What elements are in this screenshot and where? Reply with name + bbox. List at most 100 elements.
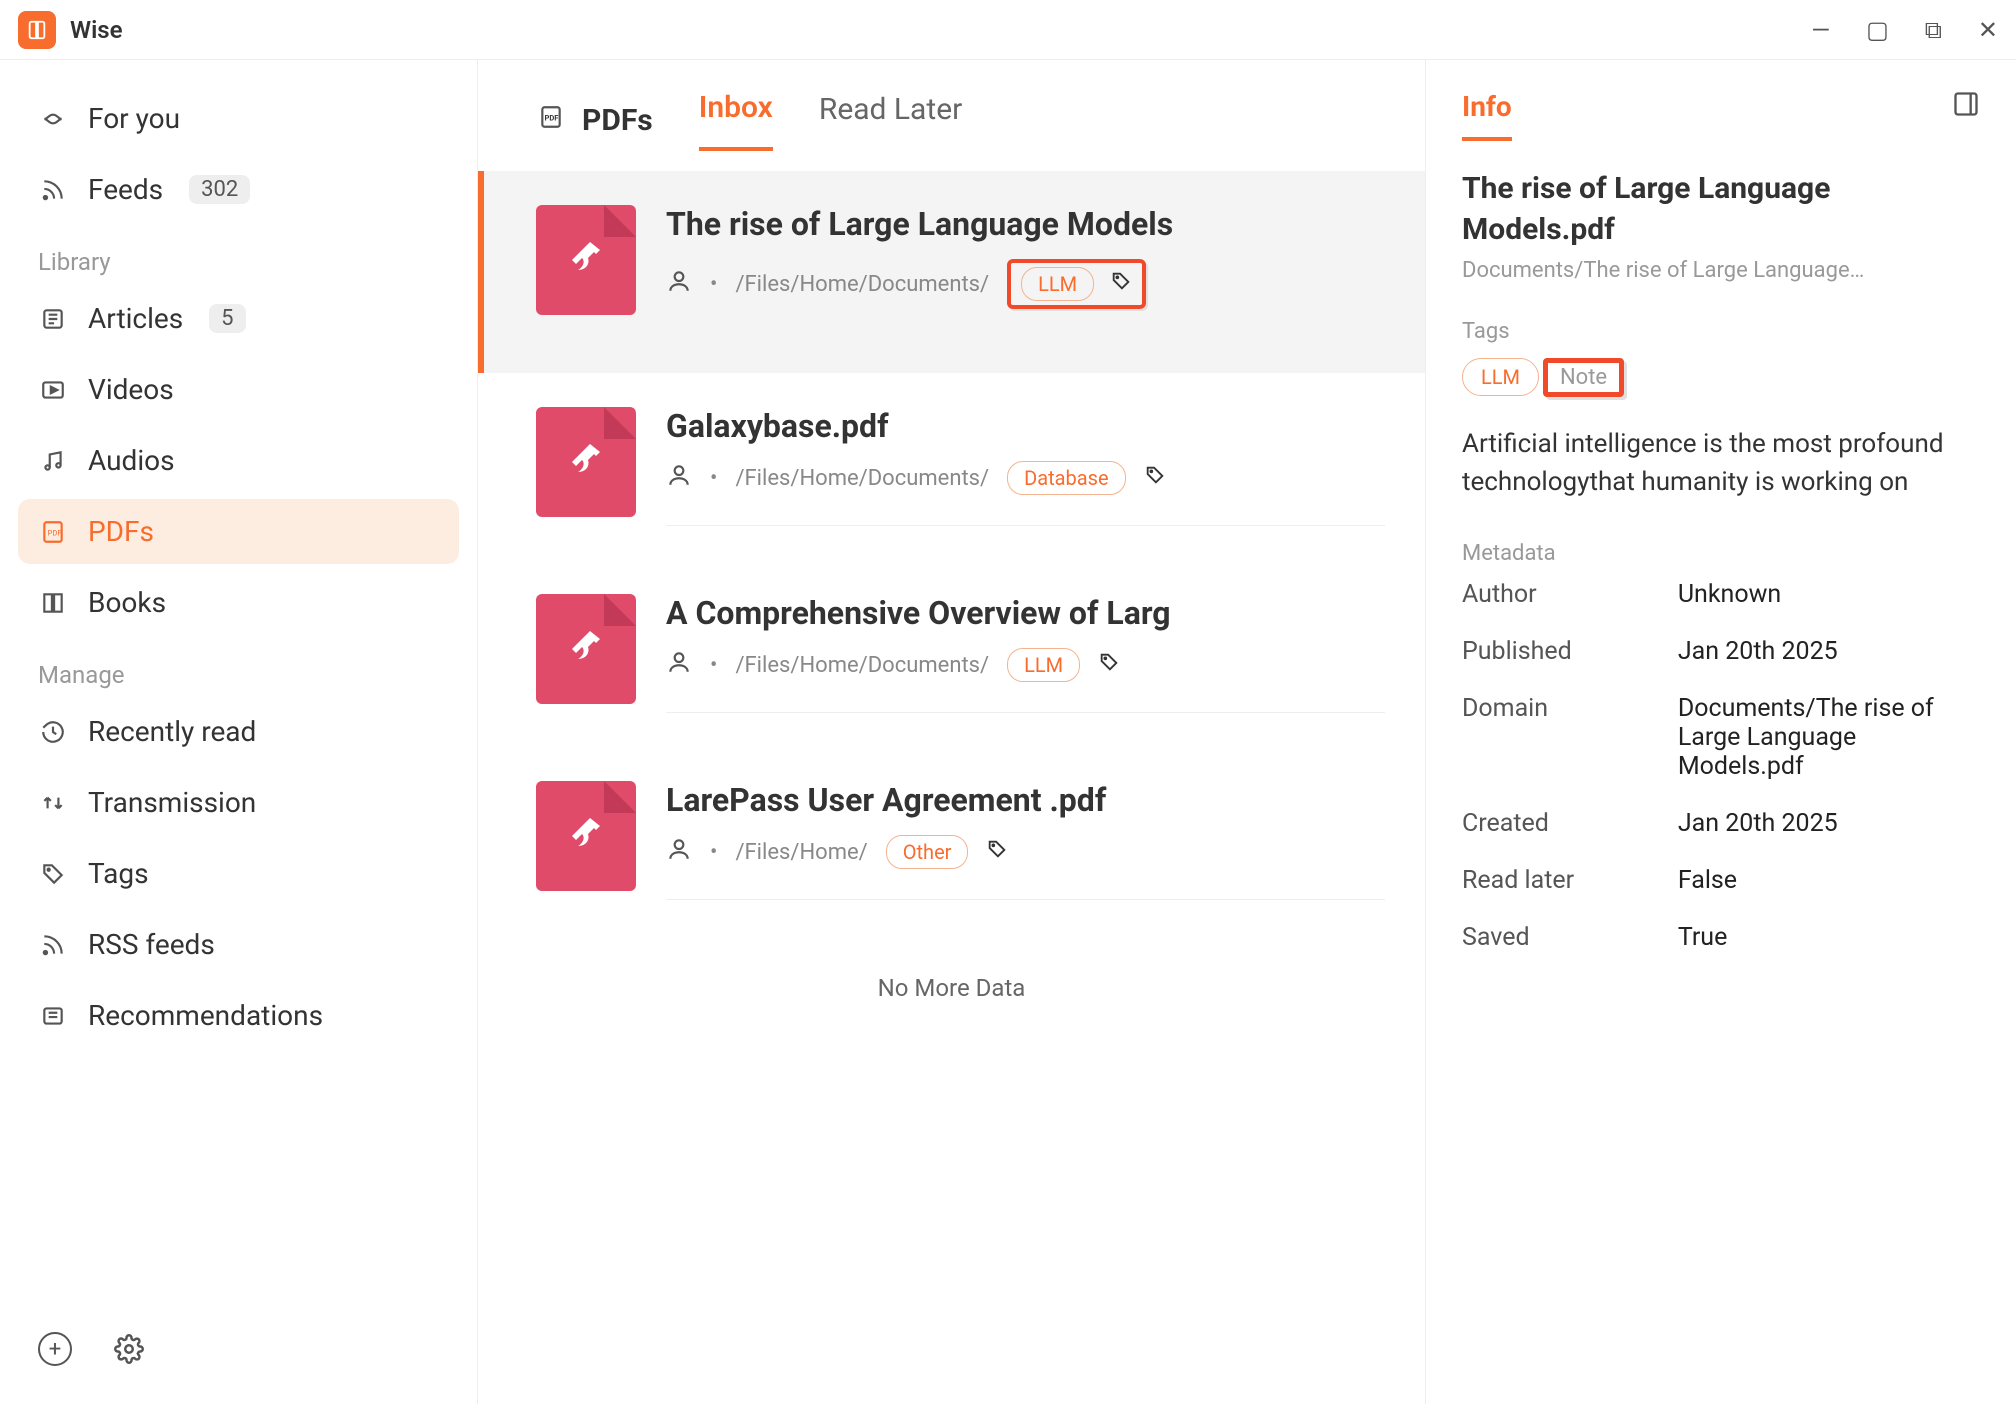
videos-icon (38, 377, 68, 403)
item-title: The rise of Large Language Models (666, 205, 1385, 243)
sidebar-item-label: Articles (88, 302, 183, 335)
meta-val: Jan 20th 2025 (1678, 809, 1980, 838)
meta-key: Saved (1462, 923, 1678, 952)
recommendations-icon (38, 1003, 68, 1029)
close-button[interactable]: ✕ (1978, 16, 1998, 44)
sidebar-item-transmission[interactable]: Transmission (18, 770, 459, 835)
list-item[interactable]: Galaxybase.pdf • /Files/Home/Documents/ … (478, 373, 1425, 560)
list-item[interactable]: A Comprehensive Overview of Larg • /File… (478, 560, 1425, 747)
section-manage: Manage (18, 641, 459, 699)
meta-val: Documents/The rise of Large Language Mod… (1678, 694, 1980, 781)
no-more-data: No More Data (478, 934, 1425, 1042)
tab-inbox[interactable]: Inbox (699, 90, 773, 151)
sidebar-item-for-you[interactable]: For you (18, 86, 459, 151)
settings-button[interactable] (112, 1332, 146, 1366)
author-icon (666, 268, 692, 300)
minimize-button[interactable]: — (1811, 16, 1830, 44)
sidebar-item-pdfs[interactable]: PDF PDFs (18, 499, 459, 564)
history-icon (38, 719, 68, 745)
tag-icon[interactable] (1098, 651, 1120, 679)
sidebar-item-videos[interactable]: Videos (18, 357, 459, 422)
meta-val: True (1678, 923, 1980, 952)
add-button[interactable]: + (38, 1332, 72, 1366)
sidebar-item-label: PDFs (88, 515, 154, 548)
meta-val: False (1678, 866, 1980, 895)
item-path: /Files/Home/ (735, 840, 867, 865)
sidebar-item-tags[interactable]: Tags (18, 841, 459, 906)
author-icon (666, 649, 692, 681)
pdf-file-icon (536, 594, 636, 704)
app-title: Wise (70, 16, 123, 44)
rss-icon (38, 177, 68, 203)
sidebar-item-label: Recently read (88, 715, 256, 748)
list-item[interactable]: LarePass User Agreement .pdf • /Files/Ho… (478, 747, 1425, 934)
collapse-panel-icon[interactable] (1952, 90, 1980, 122)
pdf-heading-icon: PDF (538, 103, 564, 138)
item-title: A Comprehensive Overview of Larg (666, 594, 1385, 632)
tags-label: Tags (1462, 319, 1980, 344)
highlighted-tag-box: LLM (1007, 259, 1146, 309)
item-meta: • /Files/Home/ Other (666, 835, 1385, 869)
sidebar-item-articles[interactable]: Articles 5 (18, 286, 459, 351)
info-tab[interactable]: Info (1462, 90, 1512, 141)
svg-text:PDF: PDF (545, 113, 559, 122)
sidebar-item-label: Books (88, 586, 166, 619)
tag-chip[interactable]: LLM (1021, 267, 1094, 301)
sidebar-item-feeds[interactable]: Feeds 302 (18, 157, 459, 222)
popout-button[interactable]: ⧉ (1925, 16, 1942, 44)
meta-key: Read later (1462, 866, 1678, 895)
tag-chip[interactable]: Database (1007, 461, 1125, 495)
meta-val: Jan 20th 2025 (1678, 637, 1980, 666)
item-path: /Files/Home/Documents/ (735, 272, 989, 297)
sidebar-item-label: Tags (88, 857, 149, 890)
meta-val: Unknown (1678, 580, 1980, 609)
titlebar: Wise — ▢ ⧉ ✕ (0, 0, 2016, 60)
item-meta: • /Files/Home/Documents/ LLM (666, 259, 1385, 309)
tag-icon[interactable] (1110, 270, 1132, 298)
info-subpath: Documents/The rise of Large Language… (1462, 258, 1980, 283)
pdfs-icon: PDF (38, 519, 68, 545)
meta-key: Created (1462, 809, 1678, 838)
author-icon (666, 462, 692, 494)
sidebar-item-label: Recommendations (88, 999, 323, 1032)
articles-icon (38, 306, 68, 332)
sidebar-item-recently-read[interactable]: Recently read (18, 699, 459, 764)
item-path: /Files/Home/Documents/ (735, 653, 989, 678)
item-title: LarePass User Agreement .pdf (666, 781, 1385, 819)
tag-chip[interactable]: Other (886, 835, 969, 869)
tab-read-later[interactable]: Read Later (819, 92, 962, 149)
list-item[interactable]: The rise of Large Language Models • /Fil… (478, 171, 1425, 373)
item-title: Galaxybase.pdf (666, 407, 1385, 445)
page-heading: PDF PDFs (538, 103, 653, 138)
meta-key: Published (1462, 637, 1678, 666)
rss-feeds-icon (38, 932, 68, 958)
tag-icon[interactable] (986, 838, 1008, 866)
app-icon (18, 11, 56, 49)
sidebar-item-label: Transmission (88, 786, 256, 819)
author-icon (666, 836, 692, 868)
tag-chip[interactable]: LLM (1007, 648, 1080, 682)
info-title: The rise of Large Language Models.pdf (1462, 169, 1980, 250)
tag-icon[interactable] (1144, 464, 1166, 492)
svg-text:PDF: PDF (48, 528, 62, 537)
pdf-file-icon (536, 407, 636, 517)
sidebar-item-rss-feeds[interactable]: RSS feeds (18, 912, 459, 977)
meta-key: Author (1462, 580, 1678, 609)
window-controls: — ▢ ⧉ ✕ (1811, 16, 1998, 44)
sidebar-item-recommendations[interactable]: Recommendations (18, 983, 459, 1048)
section-library: Library (18, 228, 459, 286)
maximize-button[interactable]: ▢ (1866, 16, 1889, 44)
tags-icon (38, 861, 68, 887)
for-you-icon (38, 106, 68, 132)
sidebar-item-label: For you (88, 102, 180, 135)
sidebar-item-books[interactable]: Books (18, 570, 459, 635)
note-label: Note (1560, 365, 1607, 390)
info-tag-chip[interactable]: LLM (1462, 358, 1539, 396)
sidebar-item-label: RSS feeds (88, 928, 215, 961)
articles-badge: 5 (209, 304, 245, 333)
books-icon (38, 590, 68, 616)
sidebar-item-label: Videos (88, 373, 174, 406)
feeds-badge: 302 (189, 175, 250, 204)
sidebar-item-audios[interactable]: Audios (18, 428, 459, 493)
metadata-label: Metadata (1462, 541, 1980, 566)
